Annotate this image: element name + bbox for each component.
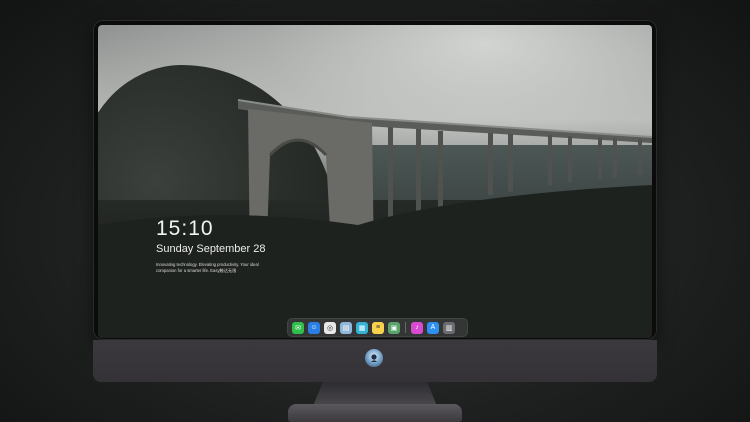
music-icon[interactable]: ♪ — [411, 321, 423, 334]
monitor-stand-base — [288, 404, 462, 422]
monitor-bezel: 15:10 Sunday September 28 Innovating tec… — [93, 20, 657, 340]
lock-date: Sunday September 28 — [156, 243, 266, 255]
monitor-stand-neck — [313, 382, 437, 406]
preview-icon[interactable]: ▣ — [388, 321, 400, 334]
lock-time: 15:10 — [156, 217, 214, 240]
dock-separator — [405, 322, 406, 333]
safari-icon[interactable]: ◎ — [324, 321, 336, 334]
notes-icon[interactable]: ≡ — [372, 321, 384, 334]
monitor: 15:10 Sunday September 28 Innovating tec… — [93, 20, 657, 382]
bridge-illustration — [98, 99, 652, 338]
lock-screen[interactable]: 15:10 Sunday September 28 Innovating tec… — [98, 25, 652, 338]
messages-icon[interactable]: ✉ — [292, 321, 304, 334]
lock-tagline: Innovating technology. Elevating product… — [156, 262, 259, 273]
photos-icon[interactable]: ▦ — [356, 321, 368, 334]
files-icon[interactable]: ▤ — [340, 321, 352, 334]
finder-icon[interactable]: ☺ — [308, 321, 320, 334]
calculator-icon[interactable]: ▥ — [443, 321, 455, 334]
brand-logo-icon — [365, 349, 383, 367]
dock: ✉ ☺ ◎ ▤ ▦ ≡ ▣ ♪ A ▥ — [287, 318, 468, 337]
app-store-icon[interactable]: A — [427, 321, 439, 334]
monitor-chin — [93, 340, 657, 382]
